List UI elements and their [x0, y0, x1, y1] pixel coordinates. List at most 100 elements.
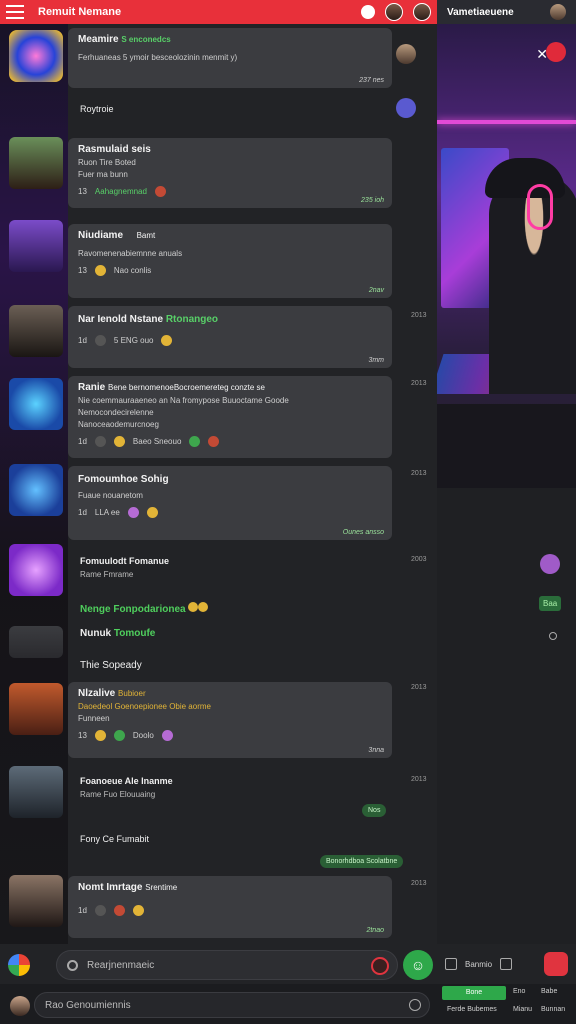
pin-icon[interactable] — [546, 42, 566, 62]
avatar[interactable] — [385, 3, 403, 21]
avatar[interactable] — [396, 44, 416, 64]
message-text: Ferhuaneas 5 ymoir besceolozinin menmit … — [78, 53, 238, 62]
status-dot-icon — [549, 632, 557, 640]
message-text: Nie coemmauraaeneo an Na fromypose Buuoc… — [78, 396, 289, 405]
notification-icon[interactable] — [361, 5, 375, 19]
mic-button[interactable] — [544, 952, 568, 976]
emoji-icon[interactable] — [409, 999, 421, 1011]
sender-name: Meamire S enconedcs — [78, 34, 171, 45]
sender-name: Rasmulaid seis — [78, 144, 151, 155]
timestamp: 3mm — [368, 357, 384, 364]
message-text: Fuer ma bunn — [78, 170, 128, 179]
message-text: Daoedeol Goenoepionee Obie aorme — [78, 702, 211, 711]
avatar[interactable] — [9, 626, 63, 658]
list-item[interactable]: Ranie Bene bernomenoeBocroemereteg conzt… — [68, 376, 392, 458]
sender-name: Nlzalive Bubioer — [78, 688, 146, 699]
menu-icon[interactable] — [6, 5, 24, 19]
sender-name: Niudiame Bamt — [78, 230, 156, 241]
tab[interactable]: Bunnan — [541, 1006, 565, 1013]
avatar[interactable] — [9, 30, 63, 82]
message-text: Fony Ce Fumabit — [80, 834, 150, 844]
list-item[interactable]: Meamire S enconedcs Ferhuaneas 5 ymoir b… — [68, 28, 392, 88]
composer: Rearjnenmaeic ☺ — [0, 944, 437, 984]
timestamp: Ounes ansso — [342, 529, 384, 536]
message-text: Nanoceaodemurcnoeg — [78, 420, 159, 429]
avatar[interactable] — [10, 996, 30, 1016]
tab-active[interactable]: Bone — [442, 986, 506, 1000]
avatar[interactable] — [9, 875, 63, 927]
list-item[interactable]: Nar Ienold Nstane Rtonangeo 1d 5 ENG ouo … — [68, 306, 392, 368]
tab[interactable]: Eno — [513, 988, 525, 995]
sender-name: Ranie Bene bernomenoeBocroemereteg conzt… — [78, 382, 266, 393]
message-text: Fuaue nouanetom — [78, 491, 143, 500]
timestamp: 235 ioh — [361, 197, 384, 204]
side-composer: Banmio — [437, 944, 576, 984]
comment-input[interactable]: Rao Genoumiennis — [34, 992, 430, 1018]
avatar[interactable] — [9, 683, 63, 735]
palette-icon[interactable] — [8, 954, 30, 976]
avatar[interactable] — [9, 220, 63, 272]
avatar[interactable] — [540, 554, 560, 574]
list-item[interactable]: Niudiame Bamt Ravomenenabiemnne anuals 1… — [68, 224, 392, 298]
list-item[interactable]: Rasmulaid seis Ruon Tire Boted Fuer ma b… — [68, 138, 392, 208]
stream-preview-image[interactable]: ✕ — [437, 24, 576, 488]
reaction-bar: 1d LLA ee — [78, 507, 382, 518]
list-item[interactable]: Nomt Imrtage Srentime 1d 2tnao — [68, 876, 392, 938]
reaction-bar: 13 Nao conlis — [78, 265, 152, 276]
message-text: Thie Sopeady — [80, 660, 142, 671]
timestamp: 2nav — [368, 287, 384, 294]
message-text: Ruon Tire Boted — [78, 158, 136, 167]
reaction-bar: 1d 5 ENG ouo — [78, 335, 382, 346]
sender-name: Fomuulodt Fomanue — [80, 556, 169, 566]
side-panel-header: Vametiaeuene — [437, 0, 576, 24]
pin-icon[interactable] — [396, 98, 416, 118]
top-app-bar: Remuit Nemane — [0, 0, 437, 24]
avatar[interactable] — [9, 544, 63, 596]
timestamp: 237 nes — [359, 77, 384, 84]
tab[interactable]: Ferde Bubemes — [447, 1006, 497, 1013]
avatar[interactable] — [9, 137, 63, 189]
message-input[interactable]: Rearjnenmaeic — [56, 950, 398, 980]
status-badge: Baa — [539, 596, 562, 611]
avatar[interactable] — [9, 766, 63, 818]
sender-name: Nar Ienold Nstane Rtonangeo — [78, 314, 219, 325]
sender-name: Foanoeue Ale Inanme — [80, 776, 173, 786]
list-item[interactable]: Fomoumhoe Sohig Fuaue nouanetom 1d LLA ee… — [68, 466, 392, 540]
thread-label: Roytroie — [80, 104, 114, 114]
search-icon — [67, 960, 78, 971]
clock-icon[interactable] — [500, 958, 513, 970]
timestamp: 3nna — [368, 747, 384, 754]
sender-name: Nunuk Tomoufe — [80, 628, 156, 639]
record-icon[interactable] — [371, 957, 389, 975]
bottom-bar: Rao Genoumiennis — [0, 984, 437, 1024]
app-title: Remuit Nemane — [38, 6, 122, 18]
reaction-bar: 1d — [78, 905, 382, 916]
side-tabs: Bone Eno Babe Ferde Bubemes Mianu Bunnan — [437, 984, 576, 1024]
message-text: Nenge Fonpodarionea — [80, 602, 209, 615]
status-badge[interactable]: Nos — [362, 804, 387, 817]
status-badge[interactable]: Bonorhdboa Scolatbne — [320, 855, 404, 868]
message-text: Ravomenenabiemnne anuals — [78, 249, 183, 258]
avatar[interactable] — [550, 4, 566, 20]
avatar[interactable] — [9, 378, 63, 430]
message-text: Rame Fuo Elouuaing — [80, 790, 156, 799]
list-item[interactable]: Nlzalive Bubioer Daoedeol Goenoepionee O… — [68, 682, 392, 758]
sender-name: Fomoumhoe Sohig — [78, 474, 169, 485]
send-button[interactable]: ☺ — [403, 950, 433, 980]
avatar[interactable] — [9, 305, 63, 357]
sender-name: Nomt Imrtage Srentime — [78, 882, 178, 893]
side-label: Banmio — [465, 959, 493, 969]
avatar[interactable] — [413, 3, 431, 21]
message-text: Funneen — [78, 714, 110, 723]
side-panel-title: Vametiaeuene — [447, 6, 514, 18]
tab[interactable]: Babe — [541, 988, 557, 995]
image-icon[interactable] — [445, 958, 457, 970]
avatar[interactable] — [9, 464, 63, 516]
tab[interactable]: Mianu — [513, 1006, 532, 1013]
reaction-bar: 13 Aahagnemnad — [78, 186, 382, 197]
message-text: Rame Fmrame — [80, 570, 134, 579]
reaction-bar: 13 Doolo — [78, 730, 382, 741]
timestamp: 2tnao — [366, 927, 384, 934]
reaction-bar: 1d Baeo Sneouo — [78, 436, 382, 447]
message-text: Nemocondecirelenne — [78, 408, 154, 417]
